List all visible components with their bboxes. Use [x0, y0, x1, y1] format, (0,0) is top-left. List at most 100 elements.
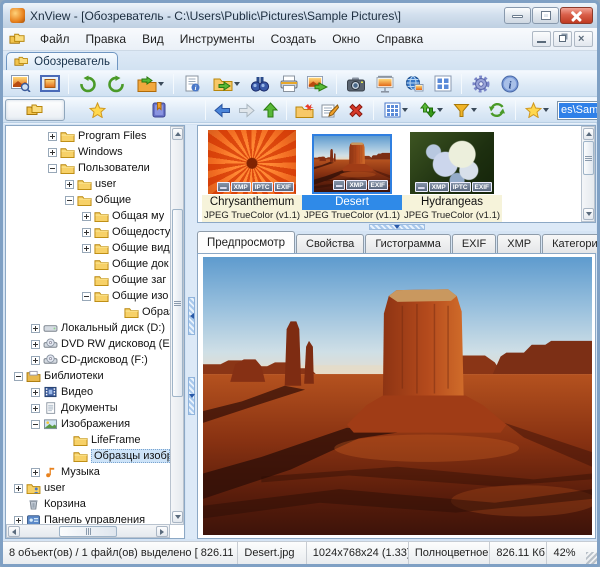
- expand-icon[interactable]: [31, 324, 40, 333]
- settings-button[interactable]: [467, 72, 494, 95]
- splitter-collapse-button[interactable]: [188, 377, 195, 415]
- tree-item-selected[interactable]: Образцы изобра: [6, 448, 170, 464]
- tree-item[interactable]: Образц: [6, 304, 170, 320]
- contact-sheet-button[interactable]: [429, 72, 456, 95]
- forward-button[interactable]: [235, 99, 257, 122]
- expand-icon[interactable]: [14, 484, 23, 493]
- tab-preview[interactable]: Предпросмотр: [197, 231, 295, 253]
- address-combobox[interactable]: es\Sample Pictures\: [557, 101, 600, 120]
- expand-icon[interactable]: [31, 340, 40, 349]
- tree-item[interactable]: LifeFrame: [6, 432, 170, 448]
- tree-item[interactable]: CD-дисковод (F:): [6, 352, 170, 368]
- scroll-up-button[interactable]: [172, 128, 183, 140]
- about-button[interactable]: i: [496, 72, 523, 95]
- rotate-left-button[interactable]: [74, 72, 101, 95]
- tree-item[interactable]: Пользователи: [6, 160, 170, 176]
- expand-icon[interactable]: [31, 356, 40, 365]
- scroll-left-button[interactable]: [8, 526, 20, 537]
- collapse-icon[interactable]: [65, 196, 74, 205]
- scrollbar-thumb[interactable]: [172, 209, 183, 397]
- tree-item[interactable]: user: [6, 480, 170, 496]
- mdi-close-button[interactable]: ×: [574, 31, 593, 47]
- address-value[interactable]: es\Sample Pictures\: [559, 103, 600, 118]
- properties-button[interactable]: i: [179, 72, 206, 95]
- tree-item[interactable]: Видео: [6, 384, 170, 400]
- tree-item[interactable]: Общая му: [6, 208, 170, 224]
- expand-icon[interactable]: [82, 228, 91, 237]
- collapse-icon[interactable]: [31, 420, 40, 429]
- sort-button[interactable]: [415, 99, 447, 122]
- expand-icon[interactable]: [31, 468, 40, 477]
- maximize-button[interactable]: [532, 7, 559, 24]
- thumbnail-desert-selected[interactable]: ▬ XMP EXIF Desert JPEG TrueColor (v1.1): [302, 128, 402, 223]
- mdi-restore-button[interactable]: [553, 31, 572, 47]
- refresh-button[interactable]: [483, 99, 510, 122]
- tab-properties[interactable]: Свойства: [296, 234, 364, 253]
- tree-item[interactable]: Общие заг: [6, 272, 170, 288]
- view-image-button[interactable]: [7, 72, 34, 95]
- mdi-minimize-button[interactable]: [532, 31, 551, 47]
- print-button[interactable]: [275, 72, 302, 95]
- collapse-icon[interactable]: [14, 372, 23, 381]
- edit-button[interactable]: [318, 99, 342, 122]
- collapse-icon[interactable]: [82, 292, 91, 301]
- thumbnail-hydrangeas[interactable]: ▬ XMP IPTC EXIF Hydrangeas JPEG TrueColo…: [402, 128, 502, 223]
- tree-vertical-scrollbar[interactable]: [170, 126, 184, 525]
- back-button[interactable]: [211, 99, 233, 122]
- tree-item[interactable]: DVD RW дисковод (E:: [6, 336, 170, 352]
- search-button[interactable]: [246, 72, 273, 95]
- expand-icon[interactable]: [48, 132, 57, 141]
- expand-icon[interactable]: [82, 212, 91, 221]
- slideshow-button[interactable]: [371, 72, 398, 95]
- scrollbar-thumb[interactable]: [59, 526, 117, 537]
- scroll-down-button[interactable]: [172, 511, 183, 523]
- view-mode-button[interactable]: [379, 99, 413, 122]
- resize-grip[interactable]: [586, 552, 597, 564]
- menu-edit[interactable]: Правка: [78, 29, 135, 49]
- tree-item[interactable]: user: [6, 176, 170, 192]
- title-bar[interactable]: XnView - [Обозреватель - C:\Users\Public…: [3, 3, 597, 28]
- tree-item[interactable]: Общие док: [6, 256, 170, 272]
- tab-xmp[interactable]: XMP: [497, 234, 541, 253]
- tree-item[interactable]: Библиотеки: [6, 368, 170, 384]
- scroll-right-button[interactable]: [156, 526, 168, 537]
- scroll-down-button[interactable]: [583, 208, 594, 220]
- tab-browser[interactable]: Обозреватель: [6, 52, 118, 70]
- menu-file[interactable]: Файл: [32, 29, 78, 49]
- move-to-folder-button[interactable]: [132, 72, 168, 95]
- tree-item[interactable]: Общие изо: [6, 288, 170, 304]
- menu-window[interactable]: Окно: [324, 29, 368, 49]
- delete-button[interactable]: [344, 99, 368, 122]
- panel-tab-favorites[interactable]: [67, 99, 127, 121]
- fullscreen-button[interactable]: [36, 72, 63, 95]
- up-button[interactable]: [259, 99, 281, 122]
- filter-button[interactable]: [449, 99, 481, 122]
- tree-item[interactable]: Музыка: [6, 464, 170, 480]
- minimize-button[interactable]: [504, 7, 531, 24]
- tree-item[interactable]: Program Files: [6, 128, 170, 144]
- tree-item[interactable]: Изображения: [6, 416, 170, 432]
- tab-exif[interactable]: EXIF: [452, 234, 496, 253]
- expand-icon[interactable]: [31, 388, 40, 397]
- menu-help[interactable]: Справка: [368, 29, 431, 49]
- expand-icon[interactable]: [31, 404, 40, 413]
- scrollbar-thumb[interactable]: [583, 141, 594, 175]
- thumbnail-scrollbar[interactable]: [581, 126, 595, 222]
- splitter-grip[interactable]: [369, 224, 425, 230]
- tree-item[interactable]: Windows: [6, 144, 170, 160]
- rotate-right-button[interactable]: [103, 72, 130, 95]
- favorites-menu-button[interactable]: [521, 99, 553, 122]
- panel-tab-folders[interactable]: [5, 99, 65, 121]
- thumbnail-chrysanthemum[interactable]: ▬ XMP IPTC EXIF Chrysanthemum JPEG TrueC…: [202, 128, 302, 223]
- tree-item[interactable]: Локальный диск (D:): [6, 320, 170, 336]
- thumbnail-preview-splitter[interactable]: [197, 223, 596, 231]
- tab-histogram[interactable]: Гистограмма: [365, 234, 451, 253]
- capture-button[interactable]: [342, 72, 369, 95]
- collapse-icon[interactable]: [48, 164, 57, 173]
- scroll-up-button[interactable]: [583, 128, 594, 140]
- expand-icon[interactable]: [82, 244, 91, 253]
- open-with-button[interactable]: [208, 72, 244, 95]
- menu-tools[interactable]: Инструменты: [172, 29, 263, 49]
- convert-button[interactable]: [304, 72, 331, 95]
- new-folder-button[interactable]: [292, 99, 316, 122]
